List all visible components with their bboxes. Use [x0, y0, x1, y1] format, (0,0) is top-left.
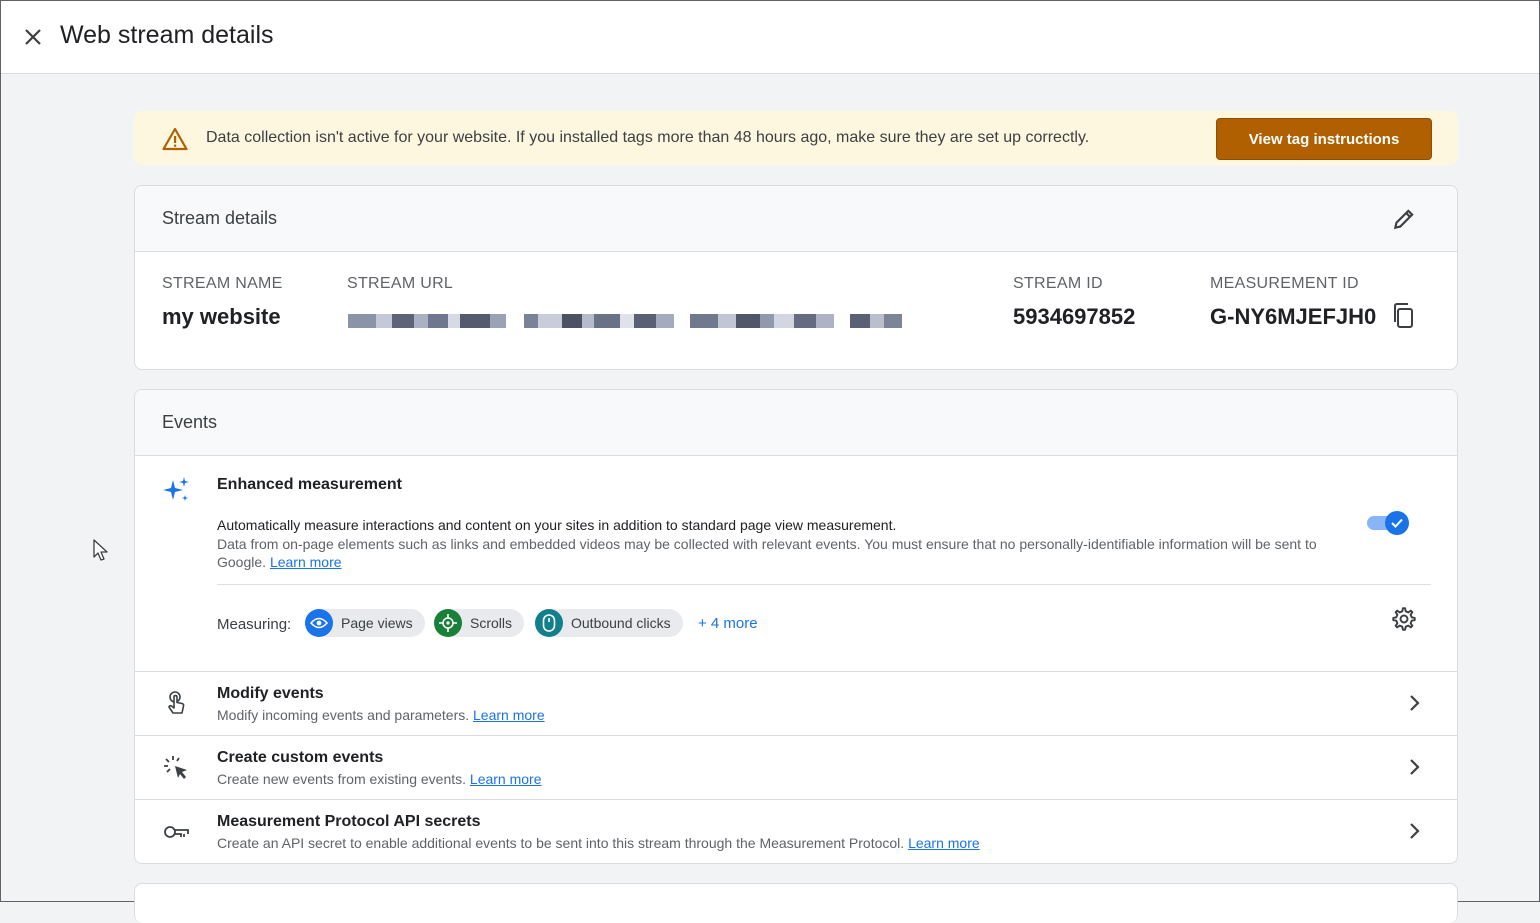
click-sparkle-icon: [164, 756, 187, 779]
chip-scrolls[interactable]: Scrolls: [434, 609, 525, 637]
stream-name-value: my website: [162, 304, 281, 329]
stream-id-value: 5934697852: [1013, 304, 1136, 329]
stream-details-title: Stream details: [162, 208, 278, 228]
measurement-protocol-subtitle-text: Create an API secret to enable additiona…: [217, 835, 905, 851]
events-card: Events Enhanced measurement Automaticall…: [134, 389, 1458, 864]
create-custom-events-subtitle-text: Create new events from existing events.: [217, 771, 467, 787]
close-button[interactable]: [19, 23, 47, 51]
pencil-icon[interactable]: [1391, 206, 1417, 232]
divider: [217, 584, 1431, 585]
measurement-protocol-title: Measurement Protocol API secrets: [217, 813, 481, 830]
create-custom-events-row[interactable]: Create custom events Create new events f…: [135, 735, 1457, 800]
copy-icon[interactable]: [1391, 302, 1417, 330]
stream-url-redacted: [348, 309, 950, 333]
learn-more-link[interactable]: Learn more: [470, 771, 542, 787]
checkmark-icon: [1391, 518, 1403, 528]
stream-details-header: Stream details: [135, 186, 1457, 252]
enhanced-measurement-description: Automatically measure interactions and c…: [217, 517, 897, 533]
modify-events-title: Modify events: [217, 685, 324, 702]
chip-label: Scrolls: [470, 615, 513, 631]
key-icon: [164, 826, 189, 838]
sparkle-icon: [163, 477, 189, 501]
measurement-id-value: G-NY6MJEFJH0: [1210, 304, 1377, 329]
view-tag-instructions-button[interactable]: View tag instructions: [1216, 118, 1432, 160]
eye-icon: [305, 609, 333, 637]
modify-events-row[interactable]: Modify events Modify incoming events and…: [135, 671, 1457, 736]
warning-icon: [162, 127, 188, 151]
enhanced-measurement-section: Enhanced measurement Automatically measu…: [135, 456, 1457, 672]
toggle-knob: [1385, 511, 1409, 535]
modify-events-subtitle: Modify incoming events and parameters. L…: [217, 707, 545, 723]
create-custom-events-subtitle: Create new events from existing events. …: [217, 771, 542, 787]
top-bar: Web stream details: [1, 1, 1539, 74]
touch-hand-icon: [168, 691, 185, 714]
stream-fields: STREAM NAME my website STREAM URL STREAM…: [135, 252, 1457, 369]
stream-id-label: STREAM ID: [1013, 275, 1103, 292]
chevron-right-icon: [1410, 759, 1420, 775]
mouse-icon: [535, 609, 563, 637]
create-custom-events-title: Create custom events: [217, 749, 384, 766]
more-measurements-link[interactable]: + 4 more: [698, 615, 758, 632]
measurement-protocol-row[interactable]: Measurement Protocol API secrets Create …: [135, 799, 1457, 863]
measuring-label: Measuring:: [217, 616, 292, 633]
events-header: Events: [135, 390, 1457, 456]
scroll-target-icon: [434, 609, 462, 637]
alert-message: Data collection isn't active for your we…: [206, 129, 1090, 146]
modify-events-subtitle-text: Modify incoming events and parameters.: [217, 707, 470, 723]
learn-more-link[interactable]: Learn more: [270, 554, 342, 570]
learn-more-link[interactable]: Learn more: [908, 835, 980, 851]
chip-page-views[interactable]: Page views: [305, 609, 425, 637]
chip-label: Page views: [341, 615, 413, 631]
enhanced-measurement-toggle[interactable]: [1367, 511, 1409, 535]
learn-more-link[interactable]: Learn more: [473, 707, 545, 723]
measurement-id-label: MEASUREMENT ID: [1210, 275, 1359, 292]
events-title: Events: [162, 412, 218, 432]
stream-name-label: STREAM NAME: [162, 275, 283, 292]
next-card-partial: [134, 883, 1458, 923]
chip-label: Outbound clicks: [571, 615, 671, 631]
measurement-protocol-subtitle: Create an API secret to enable additiona…: [217, 835, 980, 851]
stream-url-label: STREAM URL: [347, 275, 454, 292]
data-collection-alert: Data collection isn't active for your we…: [134, 111, 1458, 165]
stream-details-card: Stream details STREAM NAME my website ST…: [134, 185, 1458, 370]
chevron-right-icon: [1410, 823, 1420, 839]
gear-icon[interactable]: [1391, 606, 1417, 632]
mouse-cursor-icon: [93, 539, 108, 561]
enhanced-measurement-note: Data from on-page elements such as links…: [217, 535, 1367, 571]
chevron-right-icon: [1410, 695, 1420, 711]
enhanced-measurement-title: Enhanced measurement: [217, 476, 402, 493]
page-title: Web stream details: [60, 21, 274, 49]
close-icon: [25, 29, 41, 45]
chip-outbound-clicks[interactable]: Outbound clicks: [535, 609, 683, 637]
enhanced-measurement-note-text: Data from on-page elements such as links…: [217, 536, 1317, 570]
